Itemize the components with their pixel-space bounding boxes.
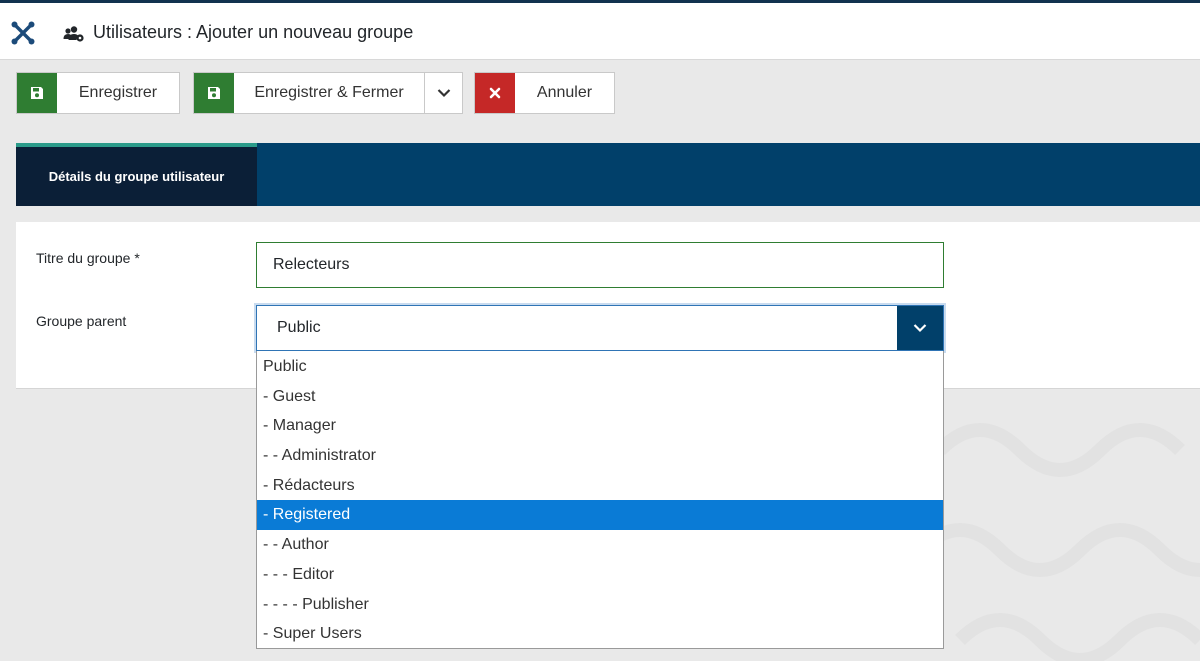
parent-group-options-list: Public - Guest - Manager - - Administrat… <box>256 351 944 649</box>
save-options-dropdown-button[interactable] <box>424 72 463 114</box>
select-option[interactable]: - - Author <box>257 530 943 560</box>
background-pattern <box>915 423 1200 661</box>
select-option[interactable]: - Manager <box>257 411 943 441</box>
chevron-down-icon <box>437 89 450 98</box>
parent-group-label: Groupe parent <box>36 313 127 329</box>
parent-group-select-value: Public <box>277 319 321 336</box>
chevron-down-icon[interactable] <box>897 306 943 350</box>
cancel-button-label: Annuler <box>536 84 593 101</box>
page-title: Utilisateurs : Ajouter un nouveau groupe <box>93 22 414 42</box>
users-cog-icon <box>63 26 84 42</box>
select-option[interactable]: - - - Editor <box>257 560 943 590</box>
tab-group-details[interactable]: Détails du groupe utilisateur <box>16 143 257 206</box>
save-and-close-button-label: Enregistrer & Fermer <box>254 84 404 101</box>
select-option[interactable]: - - - - Publisher <box>257 590 943 620</box>
save-button-label: Enregistrer <box>78 84 158 101</box>
select-option-highlighted[interactable]: - Registered <box>257 500 943 531</box>
close-icon <box>475 73 515 113</box>
tab-bar: Détails du groupe utilisateur <box>16 143 1200 206</box>
floppy-disk-icon <box>17 73 57 113</box>
header-bar: Utilisateurs : Ajouter un nouveau groupe <box>0 0 1200 60</box>
select-option[interactable]: - Guest <box>257 382 943 412</box>
select-option[interactable]: - Rédacteurs <box>257 471 943 501</box>
select-option[interactable]: Public <box>257 352 943 382</box>
save-and-close-button[interactable]: Enregistrer & Fermer <box>193 72 425 114</box>
group-title-input[interactable] <box>256 242 944 288</box>
joomla-logo-icon[interactable] <box>10 20 36 46</box>
select-option[interactable]: - - Administrator <box>257 441 943 471</box>
parent-group-select[interactable]: Public <box>256 305 944 351</box>
save-button[interactable]: Enregistrer <box>16 72 180 114</box>
group-title-label: Titre du groupe * <box>36 250 140 266</box>
select-option[interactable]: - Super Users <box>257 619 943 649</box>
cancel-button[interactable]: Annuler <box>474 72 615 114</box>
floppy-disk-icon <box>194 73 234 113</box>
